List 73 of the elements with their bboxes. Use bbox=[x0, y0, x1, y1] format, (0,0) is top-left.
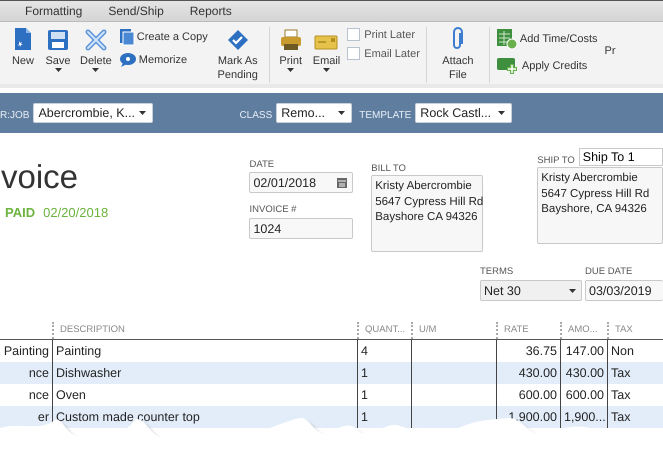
toolbar-button[interactable]: New bbox=[8, 27, 38, 68]
envelope-icon bbox=[314, 33, 338, 51]
menu-item[interactable]: Reports bbox=[176, 4, 245, 18]
table-cell: Tax bbox=[607, 362, 663, 384]
toolbar-button[interactable]: Add Time/Costs bbox=[496, 28, 598, 50]
new-document-icon bbox=[13, 27, 33, 51]
copy-icon bbox=[118, 28, 135, 46]
card-plus-icon bbox=[496, 56, 520, 76]
menu-item[interactable]: Send/Ship bbox=[95, 4, 177, 18]
checkbox[interactable] bbox=[347, 47, 360, 60]
toolbar-button[interactable]: Apply Credits bbox=[496, 56, 598, 76]
column-header[interactable]: RATE bbox=[496, 322, 560, 339]
toolbar-button[interactable]: Mark As Pending bbox=[212, 27, 263, 82]
status-date: 02/20/2018 bbox=[43, 205, 108, 220]
field-label: CLASS bbox=[239, 110, 272, 120]
field-label: INVOICE # bbox=[249, 204, 298, 215]
toolbar-button[interactable]: Print bbox=[276, 27, 306, 72]
dropdown[interactable]: Ship To 1 bbox=[578, 148, 663, 166]
toolbar-button[interactable]: Attach File bbox=[432, 27, 483, 82]
toolbar-button[interactable]: Save bbox=[43, 27, 73, 72]
checkbox[interactable] bbox=[347, 28, 360, 41]
field-label: TEMPLATE bbox=[359, 110, 412, 120]
checkmark-icon bbox=[226, 29, 249, 51]
checkbox-label: Email Later bbox=[364, 48, 420, 60]
column-header[interactable]: DESCRIPTION bbox=[52, 322, 357, 339]
status-label: PAID bbox=[5, 205, 36, 220]
field-label: R:JOB bbox=[0, 110, 30, 120]
speech-bubble-icon bbox=[118, 52, 137, 68]
table-cell-text: Painting bbox=[2, 343, 50, 360]
table-cell-text: nce bbox=[28, 387, 50, 404]
table-cell: 1 bbox=[357, 362, 411, 384]
toolbar-button[interactable]: Email bbox=[310, 27, 342, 72]
field-label: DATE bbox=[249, 159, 276, 170]
delete-icon bbox=[84, 29, 107, 51]
column-header[interactable]: QUANT... bbox=[357, 322, 411, 339]
address-box[interactable]: Kristy Abercrombie 5647 Cypress Hill Rd Bayshore, CA 94326 bbox=[537, 167, 663, 244]
save-icon bbox=[47, 29, 69, 51]
table-cell: Dishwasher bbox=[52, 362, 357, 384]
field-label: DUE DATE bbox=[585, 266, 634, 277]
column-header[interactable]: TAX bbox=[607, 322, 663, 339]
table-cell: Tax bbox=[607, 406, 663, 428]
toolbar-button[interactable]: Memorize bbox=[118, 52, 208, 68]
form-title: voice bbox=[0, 157, 78, 197]
caret-icon bbox=[498, 111, 506, 115]
menu-item[interactable]: Formatting bbox=[12, 4, 96, 18]
toolbar-button[interactable]: Delete bbox=[78, 27, 114, 72]
table-cell-text: nce bbox=[28, 365, 50, 382]
caret-icon bbox=[569, 288, 576, 292]
address-box[interactable]: Kristy Abercrombie 5647 Cypress Hill Rd Bayshore CA 94326 bbox=[371, 175, 484, 252]
column-header[interactable]: AMO... bbox=[560, 322, 607, 339]
field-label: TERMS bbox=[480, 266, 514, 277]
toolbar-button[interactable]: Create a Copy bbox=[118, 28, 208, 46]
toolbar-button[interactable]: Pr bbox=[604, 27, 616, 57]
input-field[interactable]: 1024 bbox=[249, 218, 354, 239]
caret-icon bbox=[139, 111, 146, 115]
dropdown[interactable]: Net 30 bbox=[480, 280, 582, 301]
table-cell: 430.00 bbox=[496, 362, 560, 384]
table-cell: 430.00 bbox=[560, 362, 607, 384]
checkbox-label: Print Later bbox=[364, 28, 415, 40]
field-label: BILL TO bbox=[371, 163, 407, 174]
field-label: SHIP TO bbox=[537, 155, 575, 166]
printer-icon bbox=[280, 29, 302, 51]
calendar-icon bbox=[337, 177, 348, 188]
spreadsheet-clock-icon bbox=[496, 28, 518, 50]
date-field[interactable]: 02/01/2018 bbox=[249, 172, 354, 193]
column-header[interactable]: U/M bbox=[411, 322, 496, 339]
caret-icon bbox=[338, 111, 346, 115]
dropdown[interactable]: Rock Castl... bbox=[415, 103, 512, 123]
dropdown[interactable]: Remo... bbox=[276, 103, 352, 123]
dropdown[interactable]: Abercrombie, K... bbox=[33, 103, 154, 123]
table-cell-text: er bbox=[36, 409, 50, 426]
date-field[interactable]: 03/03/2019 bbox=[585, 280, 663, 301]
paperclip-icon bbox=[450, 27, 465, 51]
